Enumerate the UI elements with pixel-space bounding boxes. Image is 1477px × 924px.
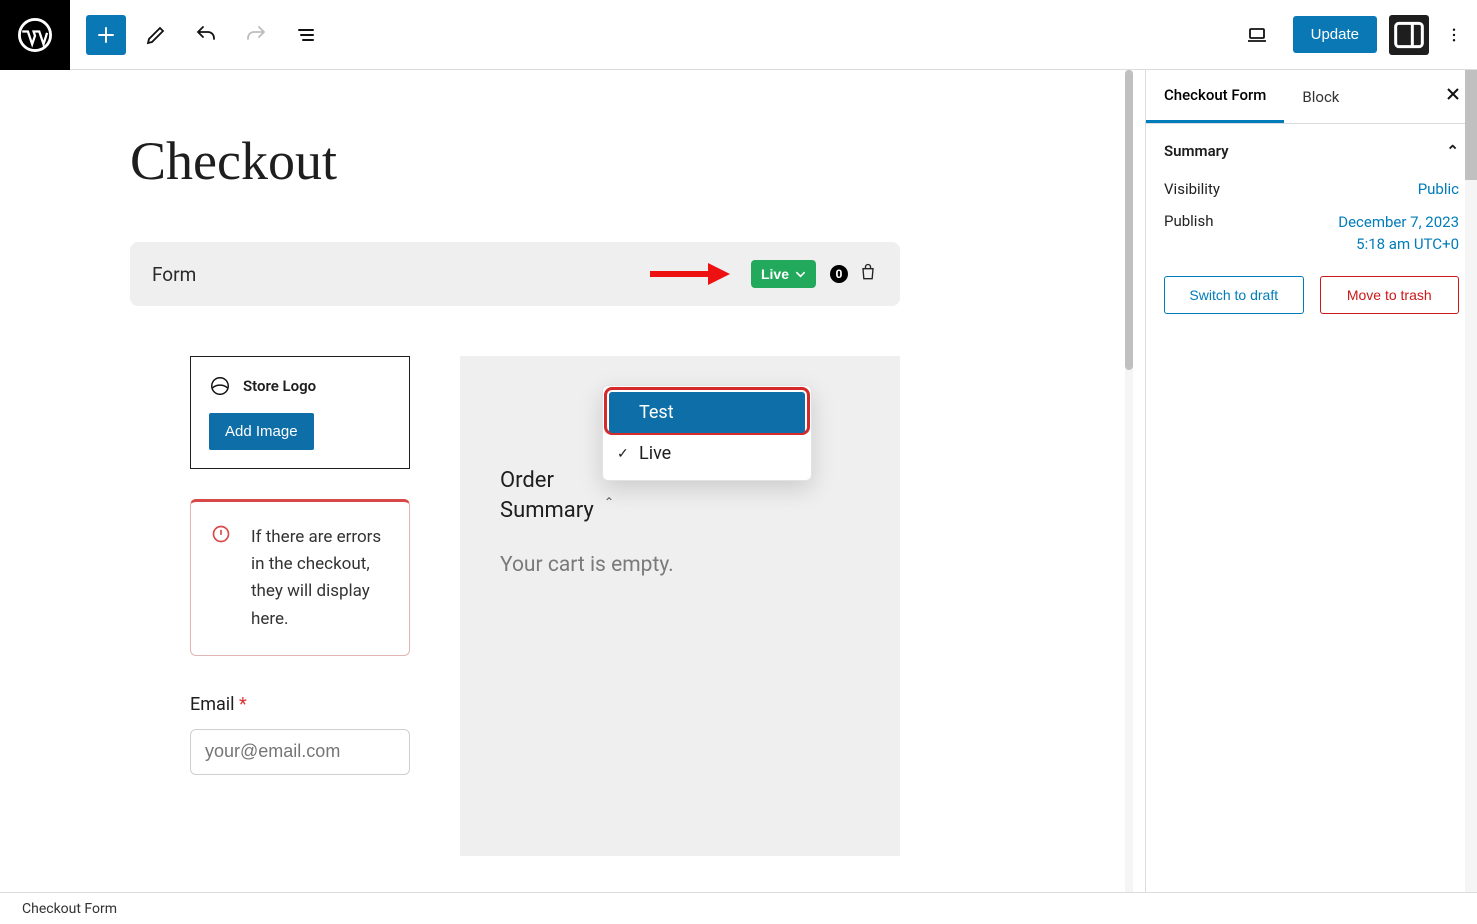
logo-placeholder-icon xyxy=(209,375,231,397)
mode-option-live[interactable]: ✓ Live xyxy=(609,433,805,474)
workspace: Checkout Form Live 0 xyxy=(0,70,1477,892)
laptop-icon xyxy=(1245,23,1269,47)
chevron-up-icon: ⌃ xyxy=(604,494,614,510)
page-title[interactable]: Checkout xyxy=(130,130,900,192)
add-block-button[interactable] xyxy=(86,15,126,55)
sidebar-icon xyxy=(1389,15,1429,55)
cart-empty-text: Your cart is empty. xyxy=(500,553,860,577)
summary-section: Summary ⌃ Visibility Public Publish Dece… xyxy=(1146,124,1477,332)
breadcrumb[interactable]: Checkout Form xyxy=(22,901,117,917)
chevron-down-icon xyxy=(795,269,806,280)
canvas-scroll-thumb[interactable] xyxy=(1125,70,1133,370)
cart-count-badge: 0 xyxy=(830,265,848,283)
email-label: Email * xyxy=(190,694,410,715)
close-icon xyxy=(1445,86,1461,102)
view-button[interactable] xyxy=(1237,15,1277,55)
annotation-arrow-icon xyxy=(650,259,730,289)
publish-label: Publish xyxy=(1164,212,1213,256)
kebab-icon xyxy=(1445,24,1463,46)
publish-value[interactable]: December 7, 2023 5:18 am UTC+0 xyxy=(1338,212,1459,256)
required-asterisk: * xyxy=(239,694,247,715)
mode-dropdown: Test ✓ Live xyxy=(602,385,812,481)
edit-button[interactable] xyxy=(136,15,176,55)
check-icon: ✓ xyxy=(617,446,629,462)
redo-button[interactable] xyxy=(236,15,276,55)
checkout-error-placeholder[interactable]: If there are errors in the checkout, the… xyxy=(190,499,410,656)
switch-to-draft-button[interactable]: Switch to draft xyxy=(1164,276,1304,314)
shopping-bag-icon xyxy=(858,262,878,286)
checkout-left-column: Store Logo Add Image If there are errors… xyxy=(130,356,410,856)
mode-toggle-button[interactable]: Live xyxy=(751,260,816,288)
cart-indicator[interactable]: 0 xyxy=(830,262,878,286)
wordpress-icon xyxy=(18,18,52,52)
mode-option-test[interactable]: Test xyxy=(609,392,805,433)
form-block-header[interactable]: Form Live 0 xyxy=(130,242,900,306)
error-icon xyxy=(211,524,231,553)
undo-icon xyxy=(194,23,218,47)
email-field[interactable] xyxy=(190,729,410,775)
tab-block[interactable]: Block xyxy=(1284,72,1357,122)
sidebar-tabs: Checkout Form Block xyxy=(1146,70,1477,124)
document-overview-button[interactable] xyxy=(286,15,326,55)
pencil-icon xyxy=(144,23,168,47)
order-summary-heading[interactable]: Order Summary⌃ xyxy=(500,466,590,525)
action-buttons: Switch to draft Move to trash xyxy=(1164,276,1459,314)
mode-label: Live xyxy=(761,266,789,282)
publish-row: Publish December 7, 2023 5:18 am UTC+0 xyxy=(1164,212,1459,256)
wordpress-logo[interactable] xyxy=(0,0,70,70)
more-options-button[interactable] xyxy=(1439,15,1469,55)
breadcrumb-bar: Checkout Form xyxy=(0,892,1477,924)
error-text: If there are errors in the checkout, the… xyxy=(251,527,381,629)
store-logo-label: Store Logo xyxy=(243,377,316,395)
sidebar-scroll-thumb[interactable] xyxy=(1465,70,1477,180)
update-button[interactable]: Update xyxy=(1293,16,1377,53)
undo-button[interactable] xyxy=(186,15,226,55)
form-label: Form xyxy=(152,263,196,286)
visibility-value[interactable]: Public xyxy=(1418,180,1459,198)
add-image-button[interactable]: Add Image xyxy=(209,413,314,450)
editor-canvas[interactable]: Checkout Form Live 0 xyxy=(0,70,1145,892)
settings-panel-toggle[interactable] xyxy=(1389,15,1429,55)
summary-heading[interactable]: Summary ⌃ xyxy=(1164,142,1459,160)
canvas-scrollbar[interactable] xyxy=(1125,70,1133,892)
toolbar-left xyxy=(70,15,342,55)
list-icon xyxy=(294,23,318,47)
plus-icon xyxy=(94,23,118,47)
editor-topbar: Update xyxy=(0,0,1477,70)
sidebar-scrollbar[interactable] xyxy=(1465,70,1477,892)
redo-icon xyxy=(244,23,268,47)
settings-sidebar: Checkout Form Block Summary ⌃ Visibility… xyxy=(1145,70,1477,892)
move-to-trash-button[interactable]: Move to trash xyxy=(1320,276,1460,314)
visibility-row: Visibility Public xyxy=(1164,180,1459,198)
chevron-up-icon: ⌃ xyxy=(1446,142,1459,160)
store-logo-block[interactable]: Store Logo Add Image xyxy=(190,356,410,469)
visibility-label: Visibility xyxy=(1164,180,1220,198)
tab-document[interactable]: Checkout Form xyxy=(1146,70,1284,123)
